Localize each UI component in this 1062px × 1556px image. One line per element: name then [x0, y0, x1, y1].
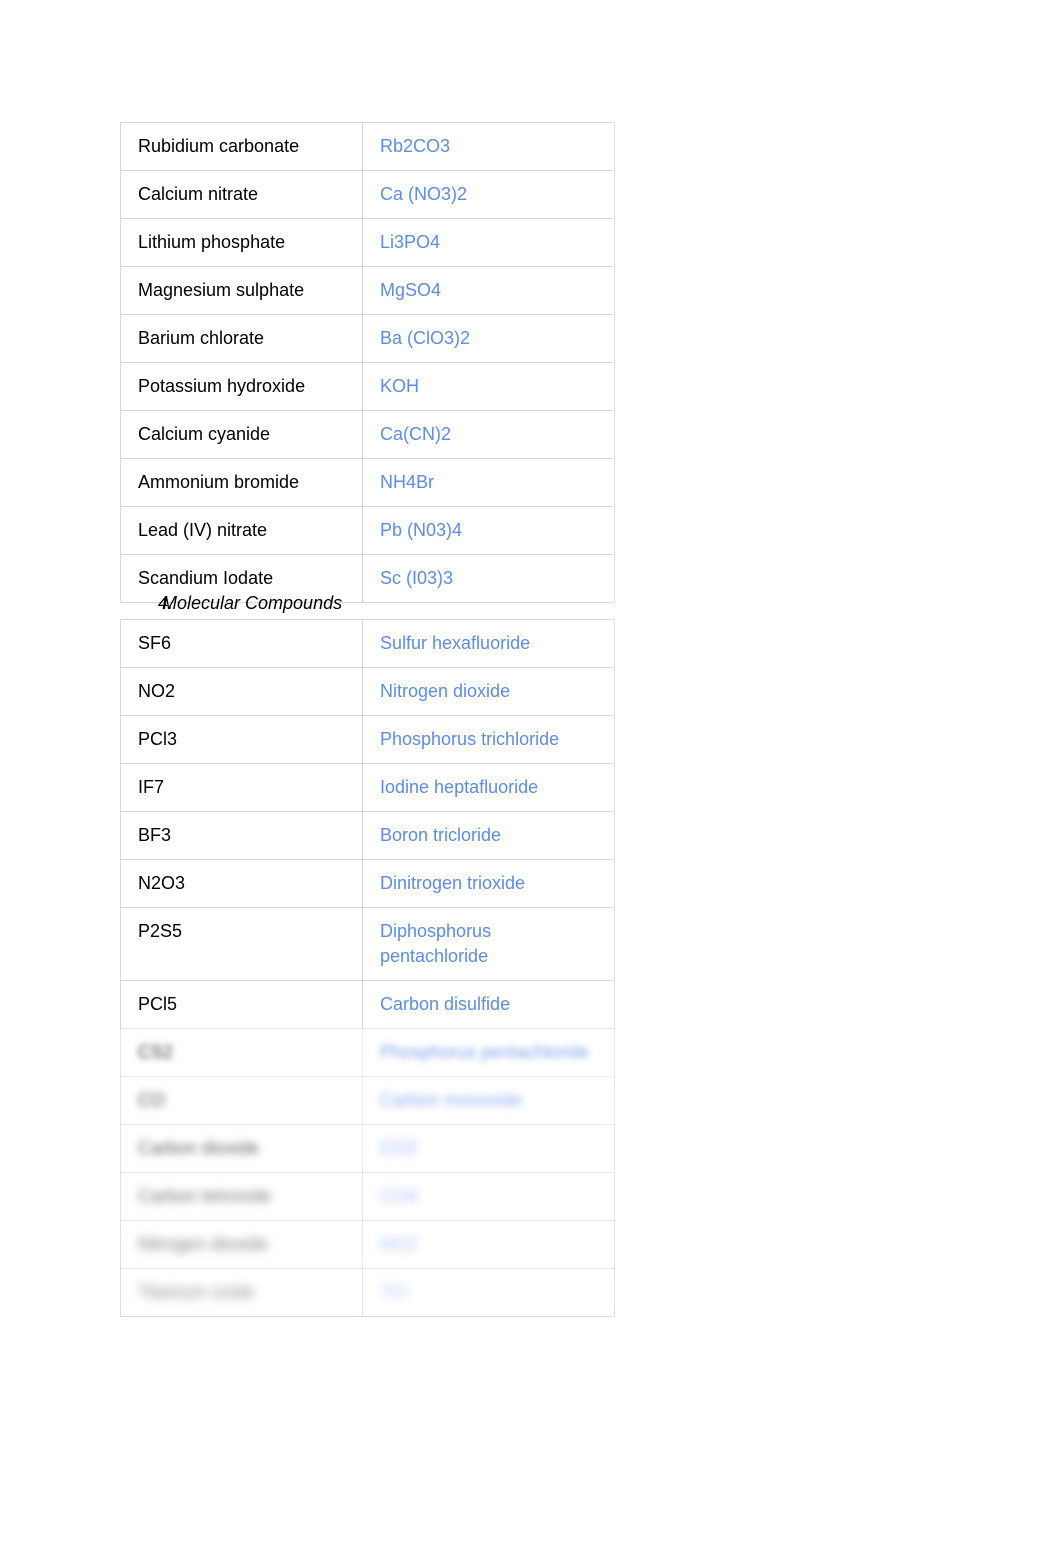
table-row: SF6 Sulfur hexafluoride [120, 619, 615, 668]
molecular-compounds-table: SF6 Sulfur hexafluoride NO2 Nitrogen dio… [120, 619, 615, 1317]
compound-formula-cell: NO2 [362, 1220, 615, 1269]
page-left-fade [100, 110, 122, 1240]
compound-formula-cell: IF7 [120, 763, 363, 812]
compound-name-cell: Phosphorus pentachloride [362, 1028, 615, 1077]
table-row: CS2 Phosphorus pentachloride [120, 1028, 615, 1077]
compound-formula-cell: Pb (N03)4 [362, 506, 615, 555]
compound-name-cell: Iodine heptafluoride [362, 763, 615, 812]
table-row: Nitrogen dioxide NO2 [120, 1220, 615, 1269]
compound-formula-cell: CO [120, 1076, 363, 1125]
compound-name-cell: Lead (IV) nitrate [120, 506, 363, 555]
table-row: IF7 Iodine heptafluoride [120, 763, 615, 812]
compound-name-cell: Dinitrogen trioxide [362, 859, 615, 908]
compound-name-cell: Carbon tetroxide [120, 1172, 363, 1221]
compound-formula-cell: TiO [362, 1268, 615, 1317]
table-row: Carbon dioxide CO2 [120, 1124, 615, 1173]
table-row: Calcium cyanide Ca(CN)2 [120, 410, 615, 459]
section-heading: 4.Molecular Compounds [120, 590, 720, 616]
table-row: N2O3 Dinitrogen trioxide [120, 859, 615, 908]
compound-name-cell: Nitrogen dioxide [120, 1220, 363, 1269]
compound-name-cell: Calcium cyanide [120, 410, 363, 459]
compound-name-cell: Magnesium sulphate [120, 266, 363, 315]
compound-formula-cell: MgSO4 [362, 266, 615, 315]
compound-name-cell: Carbon dioxide [120, 1124, 363, 1173]
table-row: PCl3 Phosphorus trichloride [120, 715, 615, 764]
compound-formula-cell: CO4 [362, 1172, 615, 1221]
compound-formula-cell: PCl5 [120, 980, 363, 1029]
molecular-table-body: SF6 Sulfur hexafluoride NO2 Nitrogen dio… [120, 619, 615, 1317]
compound-name-cell: Titanium oxide [120, 1268, 363, 1317]
compound-formula-cell: CO2 [362, 1124, 615, 1173]
compound-formula-cell: P2S5 [120, 907, 363, 981]
compound-name-cell: Rubidium carbonate [120, 122, 363, 171]
compound-formula-cell: NH4Br [362, 458, 615, 507]
compound-name-cell: Calcium nitrate [120, 170, 363, 219]
compound-formula-cell: Ba (ClO3)2 [362, 314, 615, 363]
compound-formula-cell: PCl3 [120, 715, 363, 764]
compound-name-cell: Lithium phosphate [120, 218, 363, 267]
table-row: P2S5 Diphosphorus pentachloride [120, 907, 615, 981]
ionic-table-body: Rubidium carbonate Rb2CO3 Calcium nitrat… [120, 122, 615, 603]
compound-name-cell: Ammonium bromide [120, 458, 363, 507]
ionic-compounds-table: Rubidium carbonate Rb2CO3 Calcium nitrat… [120, 122, 615, 603]
compound-name-cell: Sulfur hexafluoride [362, 619, 615, 668]
table-row: Lithium phosphate Li3PO4 [120, 218, 615, 267]
table-row: Ammonium bromide NH4Br [120, 458, 615, 507]
compound-name-cell: Carbon monoxide [362, 1076, 615, 1125]
compound-name-cell: Phosphorus trichloride [362, 715, 615, 764]
table-row: Magnesium sulphate MgSO4 [120, 266, 615, 315]
compound-formula-cell: N2O3 [120, 859, 363, 908]
compound-formula-cell: Ca (NO3)2 [362, 170, 615, 219]
table-row: Barium chlorate Ba (ClO3)2 [120, 314, 615, 363]
compound-formula-cell: Ca(CN)2 [362, 410, 615, 459]
compound-formula-cell: Li3PO4 [362, 218, 615, 267]
table-row: BF3 Boron tricloride [120, 811, 615, 860]
table-row: NO2 Nitrogen dioxide [120, 667, 615, 716]
table-row: Rubidium carbonate Rb2CO3 [120, 122, 615, 171]
compound-formula-cell: KOH [362, 362, 615, 411]
section-number: 4. [158, 593, 174, 613]
table-row: CO Carbon monoxide [120, 1076, 615, 1125]
compound-formula-cell: BF3 [120, 811, 363, 860]
compound-formula-cell: SF6 [120, 619, 363, 668]
compound-formula-cell: NO2 [120, 667, 363, 716]
compound-name-cell: Barium chlorate [120, 314, 363, 363]
table-row: PCl5 Carbon disulfide [120, 980, 615, 1029]
table-row: Titanium oxide TiO [120, 1268, 615, 1317]
compound-name-cell: Potassium hydroxide [120, 362, 363, 411]
compound-formula-cell: Rb2CO3 [362, 122, 615, 171]
document-page: Rubidium carbonate Rb2CO3 Calcium nitrat… [0, 0, 1062, 1556]
section-title: Molecular Compounds [162, 593, 343, 613]
compound-name-cell: Boron tricloride [362, 811, 615, 860]
compound-name-cell: Carbon disulfide [362, 980, 615, 1029]
table-row: Calcium nitrate Ca (NO3)2 [120, 170, 615, 219]
table-row: Lead (IV) nitrate Pb (N03)4 [120, 506, 615, 555]
table-row: Potassium hydroxide KOH [120, 362, 615, 411]
compound-name-cell: Diphosphorus pentachloride [362, 907, 615, 981]
table-row: Carbon tetroxide CO4 [120, 1172, 615, 1221]
compound-formula-cell: CS2 [120, 1028, 363, 1077]
compound-name-cell: Nitrogen dioxide [362, 667, 615, 716]
